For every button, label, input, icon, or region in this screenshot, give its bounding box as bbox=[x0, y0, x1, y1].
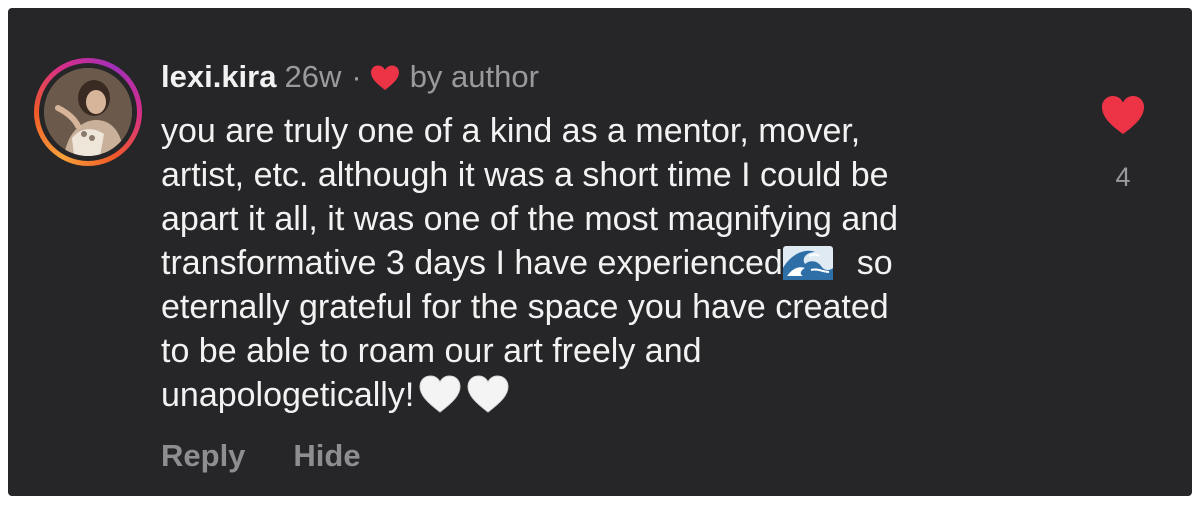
comment-line-text: unapologetically! bbox=[161, 376, 415, 414]
comment-line-with-emoji: unapologetically! bbox=[161, 373, 1061, 417]
liked-by-author-label: by author bbox=[409, 59, 539, 94]
avatar-ring-gap bbox=[39, 63, 137, 161]
header-separator: · bbox=[351, 59, 362, 94]
red-heart-icon bbox=[370, 65, 399, 90]
comment-line: artist, etc. although it was a short tim… bbox=[161, 156, 889, 194]
reply-button[interactable]: Reply bbox=[161, 438, 245, 474]
comment-header: lexi.kira 26w · by author bbox=[161, 57, 539, 97]
like-count: 4 bbox=[1115, 162, 1131, 192]
water-wave-emoji-icon bbox=[782, 246, 833, 280]
comment-line: you are truly one of a kind as a mentor,… bbox=[161, 112, 861, 150]
comment-line-with-emoji: transformative 3 days I have experienced… bbox=[161, 241, 1061, 285]
comment-timestamp: 26w bbox=[284, 59, 342, 94]
comment-line: eternally grateful for the space you hav… bbox=[161, 288, 889, 326]
comment-actions: Reply Hide bbox=[161, 438, 361, 474]
avatar-photo-icon bbox=[44, 68, 132, 156]
avatar-story-ring[interactable] bbox=[34, 58, 142, 166]
avatar[interactable] bbox=[44, 68, 132, 156]
white-heart-emoji-icon bbox=[419, 375, 461, 413]
comment-card: lexi.kira 26w · by author you are truly … bbox=[8, 8, 1192, 496]
white-heart-emoji-icon bbox=[467, 375, 509, 413]
username-link[interactable]: lexi.kira bbox=[161, 59, 276, 95]
comment-line-text: transformative 3 days I have experienced bbox=[161, 244, 783, 282]
hide-button[interactable]: Hide bbox=[293, 438, 360, 474]
comment-line: apart it all, it was one of the most mag… bbox=[161, 200, 899, 238]
comment-text: you are truly one of a kind as a mentor,… bbox=[161, 109, 1061, 417]
like-heart-icon[interactable] bbox=[1100, 94, 1146, 136]
comment-line: to be able to roam our art freely and bbox=[161, 332, 702, 370]
comment-line-text: so bbox=[856, 244, 893, 282]
